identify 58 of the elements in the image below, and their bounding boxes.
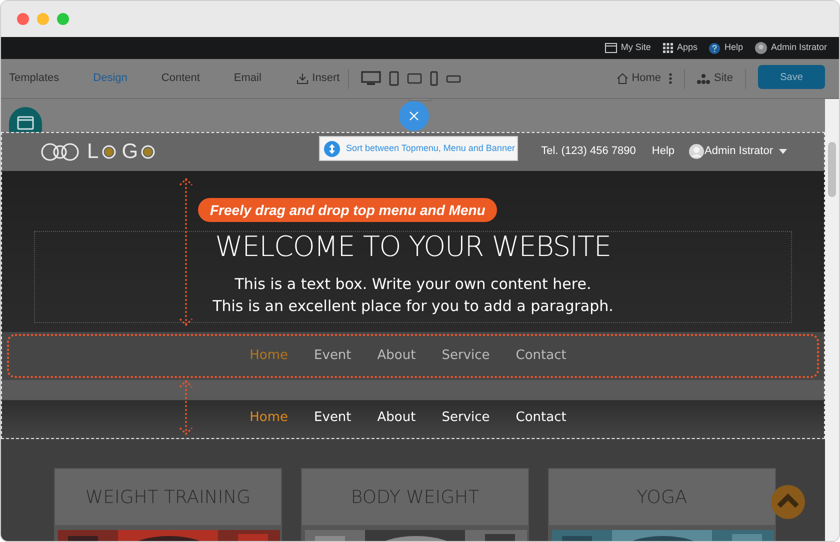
- phone-icon[interactable]: [430, 71, 438, 86]
- menu-item[interactable]: Contact: [516, 408, 566, 428]
- top-bar-link[interactable]: Help: [724, 41, 743, 55]
- help-icon: [709, 42, 720, 54]
- site-button[interactable]: Site: [693, 70, 737, 87]
- card-title: BODY WEIGHT: [302, 469, 528, 525]
- sitemap-icon: [697, 74, 710, 84]
- menu-item[interactable]: Service: [442, 408, 490, 428]
- download-icon: [297, 73, 308, 84]
- user-menu[interactable]: Admin Istrator: [770, 41, 827, 55]
- caret-icon: [779, 149, 787, 154]
- top-bar-link[interactable]: Apps: [676, 41, 698, 55]
- double-arrow-icon: [179, 379, 193, 436]
- home-button[interactable]: Home: [612, 70, 666, 87]
- menu-item[interactable]: Home: [250, 346, 288, 366]
- menu-item[interactable]: About: [377, 408, 416, 428]
- menu-item[interactable]: Contact: [516, 346, 566, 366]
- scrollbar[interactable]: [825, 99, 839, 541]
- help-link[interactable]: Help: [652, 143, 675, 160]
- phone-landscape-icon[interactable]: [446, 74, 461, 82]
- menu-item[interactable]: Home: [250, 408, 288, 428]
- phone-number: Tel. (123) 456 7890: [541, 144, 636, 160]
- tablet-landscape-icon[interactable]: [406, 73, 422, 84]
- logo: L G: [39, 141, 156, 162]
- tablet-icon[interactable]: [388, 71, 399, 86]
- toolbar-tab[interactable]: Templates: [1, 59, 68, 98]
- save-button[interactable]: Save: [758, 65, 825, 89]
- close-window-icon[interactable]: [17, 13, 29, 25]
- hero-title: WELCOME TO YOUR WEBSITE: [215, 231, 611, 263]
- menu-item[interactable]: Service: [442, 346, 490, 366]
- paragraph-line: This is an excellent place for you to add a paragraph.: [212, 296, 614, 317]
- avatar-icon: [754, 42, 767, 54]
- paragraph-line: This is a text box. Write your own content here.: [234, 274, 592, 295]
- more-icon[interactable]: [669, 73, 672, 84]
- toolbar-tab[interactable]: Email: [226, 59, 270, 98]
- window-icon: [604, 43, 617, 53]
- layout-icon[interactable]: [9, 107, 42, 132]
- tooltip-text: Sort between Topmenu, Menu and Banner: [346, 142, 515, 155]
- annotation-label: Freely drag and drop top menu and Menu: [198, 198, 498, 222]
- grid-icon: [662, 43, 673, 53]
- scroll-up-icon[interactable]: [771, 485, 805, 519]
- avatar-icon: [688, 144, 704, 159]
- card-title: YOGA: [549, 469, 775, 525]
- home-icon: [616, 73, 628, 84]
- menu-item[interactable]: Event: [314, 346, 352, 366]
- double-arrow-icon: [179, 177, 193, 327]
- desktop-icon[interactable]: [360, 71, 381, 86]
- close-icon: [409, 111, 419, 121]
- user-menu[interactable]: Admin Istrator: [704, 143, 773, 160]
- close-button[interactable]: [399, 101, 429, 131]
- toolbar-tab[interactable]: Content: [153, 59, 208, 98]
- top-bar-link[interactable]: My Site: [620, 41, 651, 55]
- card-title: WEIGHT TRAINING: [55, 469, 281, 525]
- menu-item[interactable]: About: [377, 346, 416, 366]
- insert-button[interactable]: Insert: [289, 68, 349, 88]
- menu-item[interactable]: Event: [314, 408, 352, 428]
- sort-icon: [324, 140, 340, 156]
- text-box[interactable]: WELCOME TO YOUR WEBSITE This is a text box. Write your own content here. This is an excellent place for you to add a paragraph.: [34, 231, 792, 323]
